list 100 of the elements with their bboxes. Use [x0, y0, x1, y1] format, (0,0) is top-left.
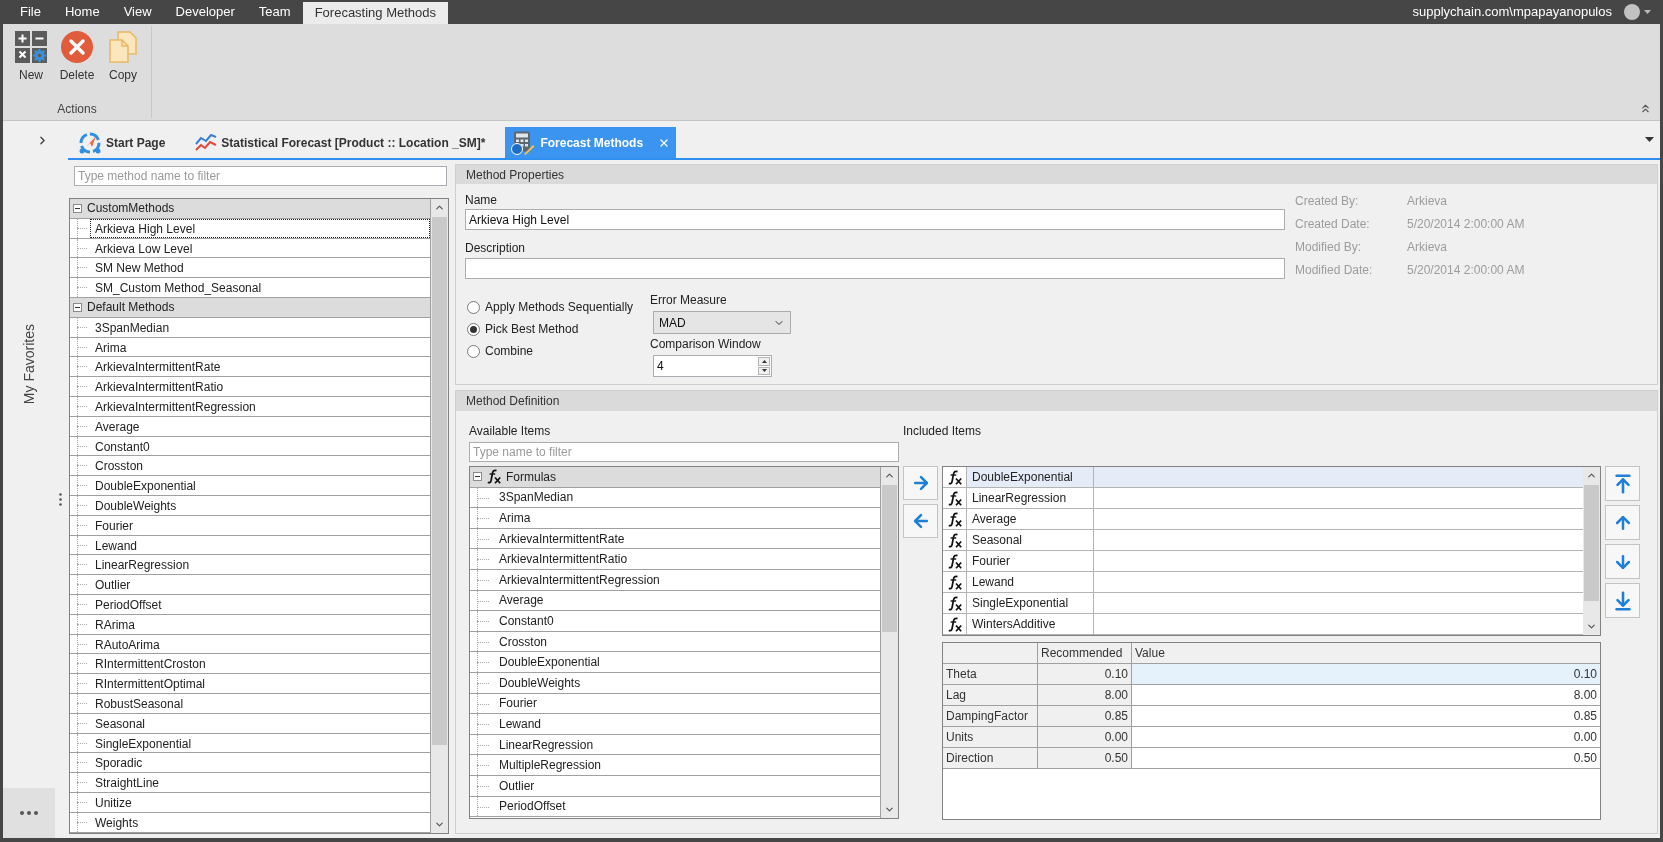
available-item[interactable]: ArkievaIntermittentRatio: [496, 549, 880, 569]
included-item[interactable]: Fourier: [967, 551, 1583, 571]
available-item[interactable]: Outlier: [496, 775, 880, 796]
scrollbar[interactable]: [881, 467, 898, 818]
method-item[interactable]: RIntermittentCroston: [90, 654, 430, 674]
add-item-button[interactable]: [903, 466, 938, 500]
grip-icon[interactable]: [59, 492, 62, 506]
method-item[interactable]: RobustSeasonal: [90, 693, 430, 713]
method-item[interactable]: ArkievaIntermittentRatio: [90, 377, 430, 396]
radio-option[interactable]: Apply Methods Sequentially: [465, 296, 643, 318]
scrollbar-thumb[interactable]: [432, 217, 447, 745]
spin-down-button[interactable]: [758, 366, 770, 375]
comparison-window-field[interactable]: 4: [653, 355, 772, 377]
move-down-button[interactable]: [1605, 544, 1640, 579]
collapse-icon[interactable]: [73, 302, 82, 312]
method-item[interactable]: 3SpanMedian: [90, 317, 430, 337]
collapse-icon[interactable]: [73, 203, 82, 213]
value-cell[interactable]: 0.10: [1132, 664, 1600, 684]
tree-group-header[interactable]: CustomMethods: [70, 199, 430, 219]
error-measure-select[interactable]: MAD: [653, 311, 791, 334]
remove-item-button[interactable]: [903, 504, 938, 538]
menu-tab[interactable]: View: [111, 0, 164, 24]
available-item[interactable]: ArkievaIntermittentRate: [496, 528, 880, 549]
method-item[interactable]: SingleExponential: [90, 733, 430, 753]
scrollbar[interactable]: [431, 199, 448, 833]
menu-tab[interactable]: Developer: [163, 0, 247, 24]
included-item[interactable]: Lewand: [967, 572, 1583, 592]
method-item[interactable]: Average: [90, 416, 430, 436]
available-item[interactable]: Lewand: [496, 714, 880, 734]
method-item[interactable]: ArkievaIntermittentRate: [90, 357, 430, 377]
method-item[interactable]: Seasonal: [90, 713, 430, 733]
available-item[interactable]: Crosston: [496, 631, 880, 652]
included-item[interactable]: DoubleExponential: [967, 467, 1583, 487]
method-item[interactable]: SM_Custom Method_Seasonal: [90, 278, 430, 297]
chevron-down-icon[interactable]: [884, 804, 895, 815]
method-item[interactable]: ArkievaIntermittentRegression: [90, 396, 430, 416]
method-item[interactable]: DoubleExponential: [90, 476, 430, 495]
available-item[interactable]: PeriodOffset: [496, 796, 880, 817]
available-item[interactable]: Arima: [496, 508, 880, 528]
column-header[interactable]: Recommended: [1038, 643, 1132, 663]
collapse-icon[interactable]: [473, 472, 482, 482]
column-header[interactable]: Value: [1132, 643, 1600, 663]
item-filter-field[interactable]: Type name to filter: [469, 442, 899, 462]
available-item[interactable]: DoubleWeights: [496, 672, 880, 693]
caret-down-icon[interactable]: [1645, 137, 1654, 142]
method-item[interactable]: Arkieva High Level: [90, 218, 430, 238]
method-item[interactable]: PeriodOffset: [90, 594, 430, 614]
available-item[interactable]: ArkievaIntermittentRegression: [496, 569, 880, 590]
radio-icon[interactable]: [467, 344, 480, 358]
move-up-button[interactable]: [1605, 505, 1640, 540]
radio-icon[interactable]: [467, 300, 480, 314]
available-item[interactable]: Constant0: [496, 611, 880, 631]
method-item[interactable]: Unitize: [90, 792, 430, 812]
tree-group-header[interactable]: Default Methods: [70, 298, 430, 318]
method-item[interactable]: RAutoArima: [90, 634, 430, 654]
included-item[interactable]: LinearRegression: [967, 488, 1583, 508]
method-item[interactable]: StraightLine: [90, 773, 430, 792]
menu-tab[interactable]: Team: [246, 0, 303, 24]
method-item[interactable]: Constant0: [90, 436, 430, 456]
scrollbar[interactable]: [1583, 467, 1600, 635]
method-item[interactable]: DoubleWeights: [90, 495, 430, 515]
delete-button[interactable]: Delete: [55, 31, 99, 83]
method-item[interactable]: Lewand: [90, 535, 430, 555]
included-item[interactable]: Average: [967, 509, 1583, 529]
method-item[interactable]: LinearRegression: [90, 555, 430, 575]
move-top-button[interactable]: [1605, 466, 1640, 501]
method-item[interactable]: Weights: [90, 812, 430, 832]
chevrons-up-icon[interactable]: [1639, 102, 1652, 115]
name-field[interactable]: Arkieva High Level: [465, 209, 1285, 230]
avatar-icon[interactable]: [1624, 4, 1640, 20]
method-filter-field[interactable]: Type method name to filter: [74, 166, 447, 186]
radio-selected-icon[interactable]: [467, 322, 480, 336]
chevron-down-icon[interactable]: [1586, 621, 1597, 632]
document-tab[interactable]: Start Page: [68, 127, 176, 158]
included-item[interactable]: Seasonal: [967, 530, 1583, 550]
available-item[interactable]: Fourier: [496, 693, 880, 714]
new-button[interactable]: New: [9, 31, 53, 83]
available-item[interactable]: LinearRegression: [496, 734, 880, 755]
method-item[interactable]: Fourier: [90, 515, 430, 535]
method-item[interactable]: Crosston: [90, 456, 430, 476]
document-tab[interactable]: Statistical Forecast [Product :: Location _SM]*: [185, 127, 496, 158]
sidebar-title[interactable]: My Favorites: [18, 324, 40, 405]
method-item[interactable]: Arima: [90, 337, 430, 357]
scrollbar-thumb[interactable]: [1584, 485, 1599, 601]
available-item[interactable]: DoubleExponential: [496, 652, 880, 672]
menu-tab[interactable]: File: [8, 0, 53, 24]
copy-button[interactable]: Copy: [101, 31, 145, 83]
menu-tab[interactable]: Forecasting Methods: [302, 2, 449, 24]
chevron-down-icon[interactable]: [434, 819, 445, 830]
method-item[interactable]: SM New Method: [90, 258, 430, 278]
available-item[interactable]: MultipleRegression: [496, 755, 880, 775]
caret-down-icon[interactable]: [1644, 10, 1651, 14]
method-item[interactable]: Sporadic: [90, 753, 430, 773]
method-item[interactable]: RIntermittentOptimal: [90, 674, 430, 693]
method-item[interactable]: Outlier: [90, 575, 430, 594]
available-item[interactable]: 3SpanMedian: [496, 487, 880, 508]
method-item[interactable]: Arkieva Low Level: [90, 238, 430, 258]
radio-option[interactable]: Combine: [465, 340, 643, 362]
menu-tab[interactable]: Home: [52, 0, 112, 24]
included-item[interactable]: WintersAdditive: [967, 614, 1583, 634]
